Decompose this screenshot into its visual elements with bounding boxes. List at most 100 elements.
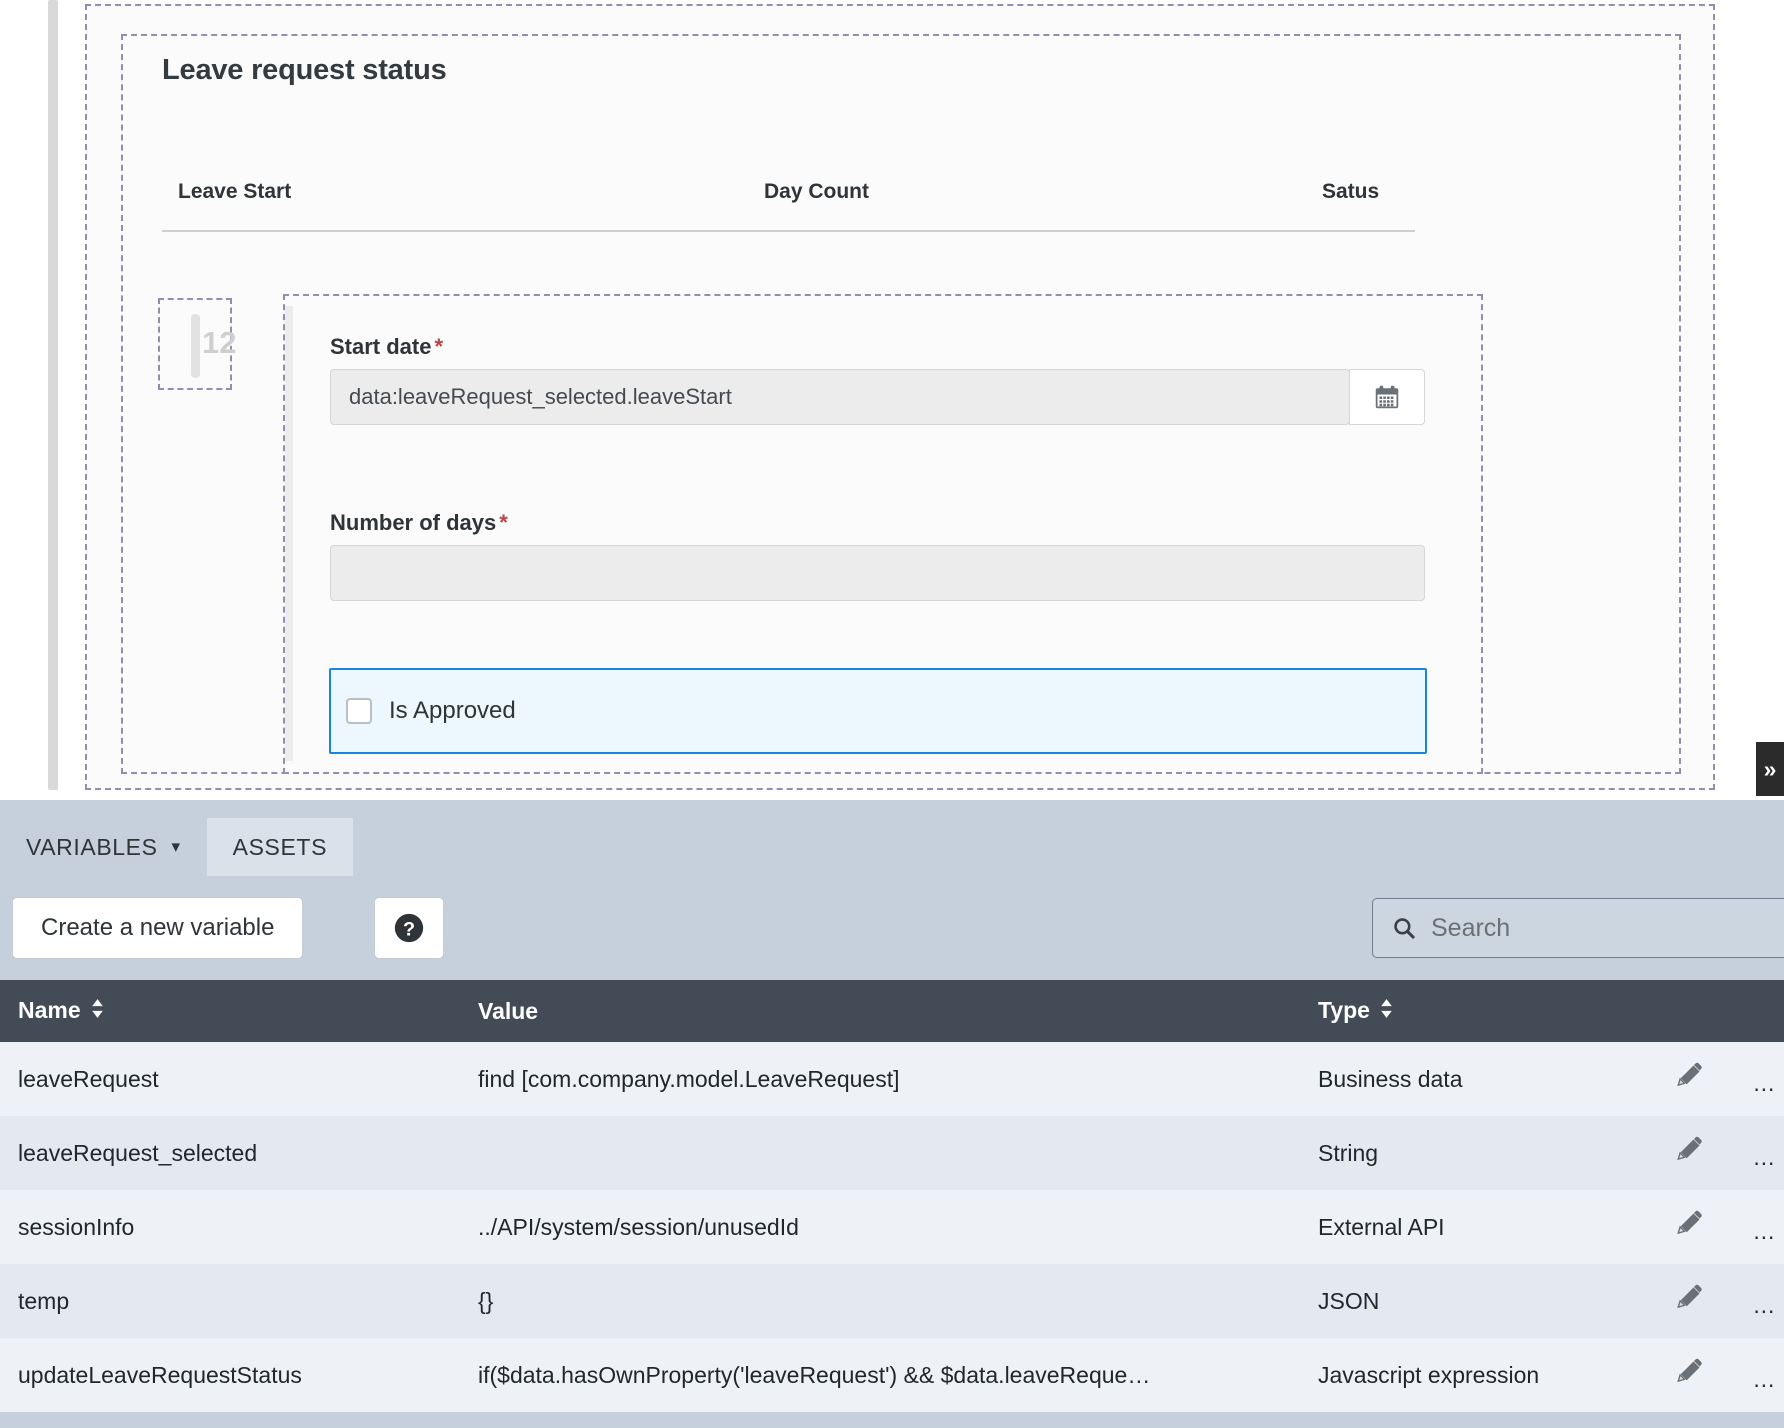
cell-name: temp [0, 1264, 460, 1338]
edit-icon[interactable] [1674, 1283, 1704, 1319]
pencil-icon [1677, 1284, 1702, 1309]
cell-actions [1630, 1042, 1784, 1116]
grid-header-day-count: Day Count [764, 180, 869, 203]
cell-name: leaveRequest [0, 1042, 460, 1116]
grid-header-status: Satus [1322, 180, 1380, 203]
cell-value: {} [460, 1264, 1300, 1338]
column-resize-bar[interactable] [191, 314, 200, 378]
sort-arrows-icon [91, 999, 103, 1018]
edit-icon[interactable] [1674, 1061, 1704, 1097]
cell-value [460, 1116, 1300, 1190]
column-header-actions [1630, 980, 1784, 1042]
form-container-edge [285, 306, 293, 761]
tab-assets[interactable]: ASSETS [206, 818, 354, 876]
tab-variables[interactable]: VARIABLES ▾ [0, 818, 207, 876]
trash-icon [1758, 1359, 1777, 1385]
panel-collapse-toggle[interactable]: » [1756, 742, 1784, 796]
required-marker: * [499, 510, 508, 535]
field-label-number-of-days-text: Number of days [330, 510, 497, 535]
calendar-icon-button[interactable] [1349, 369, 1425, 425]
cell-name: sessionInfo [0, 1190, 460, 1264]
delete-icon[interactable] [1752, 1283, 1782, 1319]
pencil-icon [1677, 1062, 1702, 1087]
cell-type: Javascript expression [1300, 1338, 1630, 1412]
search-icon [1394, 918, 1415, 939]
table-row[interactable]: leaveRequest_selected String [0, 1116, 1784, 1190]
is-approved-label: Is Approved [389, 697, 516, 724]
column-header-type-label: Type [1318, 997, 1370, 1023]
help-button[interactable]: ? [374, 897, 444, 959]
required-marker: * [434, 334, 444, 359]
column-width-value: 12 [202, 325, 237, 360]
form-designer-canvas: Leave request status Leave Start Day Cou… [0, 0, 1784, 800]
cell-value: ../API/system/session/unusedId [460, 1190, 1300, 1264]
bottom-panel: VARIABLES ▾ ASSETS Create a new variable… [0, 800, 1784, 1428]
variables-table-header-row: Name Value Type [0, 980, 1784, 1042]
search-input-placeholder[interactable]: Search [1431, 914, 1510, 943]
edit-icon[interactable] [1674, 1209, 1704, 1245]
table-row[interactable]: leaveRequest find [com.company.model.Lea… [0, 1042, 1784, 1116]
variables-table-head: Name Value Type [0, 980, 1784, 1042]
is-approved-widget[interactable]: Is Approved [329, 668, 1427, 754]
sort-icon[interactable] [90, 998, 105, 1025]
field-label-number-of-days: Number of days * [330, 510, 1425, 536]
svg-text:?: ? [403, 919, 415, 941]
cell-actions [1630, 1190, 1784, 1264]
column-header-name-label: Name [18, 997, 81, 1023]
cell-name: leaveRequest_selected [0, 1116, 460, 1190]
tab-assets-label: ASSETS [232, 833, 328, 860]
pencil-icon [1677, 1358, 1702, 1383]
sort-arrows-icon [1381, 999, 1392, 1018]
table-row[interactable]: updateLeaveRequestStatus if($data.hasOwn… [0, 1338, 1784, 1412]
cell-type: String [1300, 1116, 1630, 1190]
trash-icon [1758, 1211, 1777, 1237]
trash-icon [1758, 1285, 1777, 1311]
grid-header-leave-start: Leave Start [178, 180, 292, 203]
grid-header-row: Leave Start Day Count Satus [162, 170, 1412, 232]
trash-icon [1758, 1063, 1777, 1089]
delete-icon[interactable] [1752, 1357, 1782, 1393]
start-date-control-row: data:leaveRequest_selected.leaveStart [330, 369, 1425, 425]
start-date-input[interactable]: data:leaveRequest_selected.leaveStart [330, 369, 1350, 425]
column-header-value[interactable]: Value [460, 980, 1300, 1042]
page-title: Leave request status [162, 54, 447, 86]
chevron-down-icon[interactable]: ▾ [172, 837, 181, 857]
column-header-value-label: Value [478, 997, 539, 1024]
form-container[interactable]: Start date * data:leaveRequest_selected.l… [283, 294, 1483, 774]
edit-icon[interactable] [1674, 1135, 1704, 1171]
pencil-icon [1677, 1136, 1702, 1161]
is-approved-checkbox[interactable] [346, 698, 372, 724]
cell-type: JSON [1300, 1264, 1630, 1338]
cell-name: updateLeaveRequestStatus [0, 1338, 460, 1412]
delete-icon[interactable] [1752, 1135, 1782, 1171]
variables-toolbar: Create a new variable ? Search [0, 876, 1784, 984]
search-box[interactable]: Search [1372, 898, 1784, 958]
calendar-icon [1375, 385, 1399, 409]
cell-actions [1630, 1116, 1784, 1190]
tab-variables-label: VARIABLES [26, 833, 158, 860]
field-label-start-date-text: Start date [330, 334, 432, 359]
create-variable-button[interactable]: Create a new variable [12, 897, 304, 959]
delete-icon[interactable] [1752, 1061, 1782, 1097]
delete-icon[interactable] [1752, 1209, 1782, 1245]
table-row[interactable]: sessionInfo ../API/system/session/unused… [0, 1190, 1784, 1264]
cell-value: if($data.hasOwnProperty('leaveRequest') … [460, 1338, 1300, 1412]
cell-actions [1630, 1264, 1784, 1338]
field-label-start-date: Start date * [330, 334, 1425, 360]
number-of-days-input[interactable] [330, 545, 1425, 601]
sort-icon[interactable] [1379, 998, 1394, 1025]
variables-table: Name Value Type leaveRequest find [com.c… [0, 980, 1784, 1412]
field-start-date[interactable]: Start date * data:leaveRequest_selected.l… [330, 334, 1425, 425]
chevron-right-icon: » [1763, 755, 1777, 782]
field-number-of-days[interactable]: Number of days * [330, 510, 1425, 601]
grid-header-divider [162, 230, 1415, 232]
column-width-handle[interactable]: 12 [158, 298, 236, 390]
edit-icon[interactable] [1674, 1357, 1704, 1393]
help-circle-icon: ? [394, 913, 424, 943]
cell-actions [1630, 1338, 1784, 1412]
number-of-days-control-row [330, 545, 1425, 601]
table-row[interactable]: temp {} JSON [0, 1264, 1784, 1338]
cell-type: External API [1300, 1190, 1630, 1264]
column-header-name[interactable]: Name [0, 980, 460, 1042]
column-header-type[interactable]: Type [1300, 980, 1630, 1042]
